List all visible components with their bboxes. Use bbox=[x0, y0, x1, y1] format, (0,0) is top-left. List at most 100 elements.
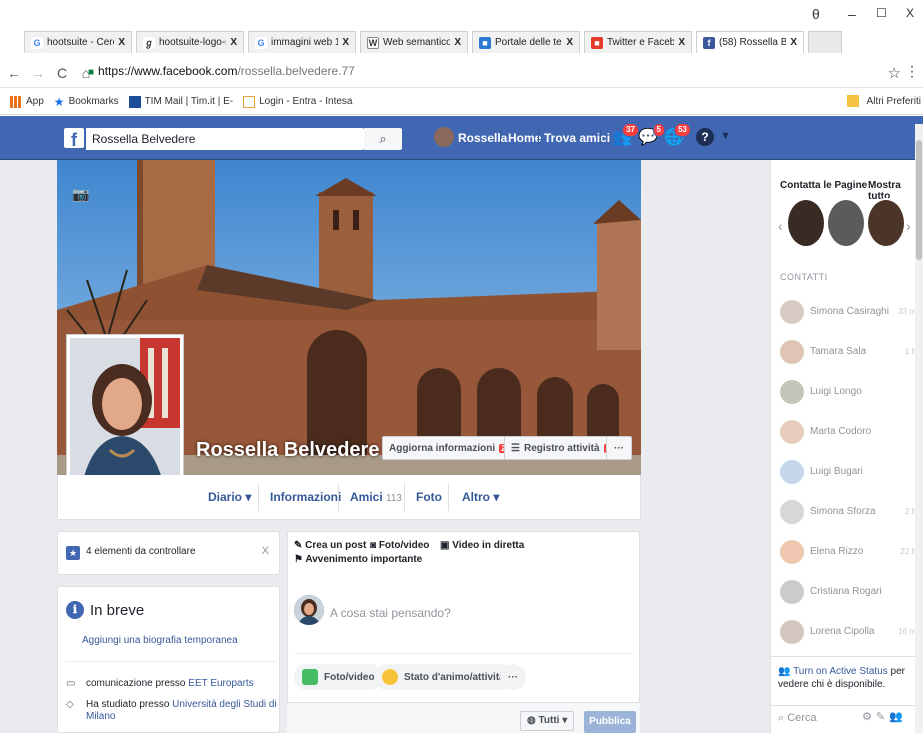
other-bookmarks[interactable]: Altri Preferiti bbox=[846, 95, 921, 107]
tab-diario[interactable]: Diario ▾ bbox=[208, 490, 251, 504]
page-avatar[interactable] bbox=[826, 198, 866, 248]
browser-tab[interactable]: ℊ hootsuite-logo-squ X bbox=[136, 31, 244, 53]
bookmark-app[interactable]: App bbox=[10, 95, 44, 108]
bookmark-intesa[interactable]: Login - Entra - Intesa bbox=[243, 95, 353, 108]
activity-log-button[interactable]: ☰ Registro attività 4 bbox=[504, 436, 619, 460]
live-video-label: Video in diretta bbox=[452, 540, 525, 551]
tab-altro[interactable]: Altro ▾ bbox=[462, 490, 499, 504]
page-avatar[interactable] bbox=[786, 198, 826, 248]
maximize-button[interactable]: ☐ bbox=[876, 6, 887, 20]
photo-video-button-label: Foto/video bbox=[324, 671, 375, 683]
tab-close-icon[interactable]: X bbox=[230, 37, 237, 48]
browser-tab[interactable]: G immagini web 1.0 - X bbox=[248, 31, 356, 53]
bookmark-bookmarks[interactable]: ★ Bookmarks bbox=[54, 95, 119, 109]
help-icon[interactable]: ? bbox=[696, 128, 714, 146]
update-info-button[interactable]: Aggiorna informazioni 2 bbox=[382, 436, 515, 460]
feeling-activity-button[interactable]: Stato d'animo/attività bbox=[374, 664, 513, 690]
photo-video-button[interactable]: Foto/video bbox=[294, 664, 383, 690]
contact-item[interactable]: Marta Codoro bbox=[780, 420, 918, 446]
tab-close-icon[interactable]: X bbox=[342, 37, 349, 48]
reload-icon[interactable]: C bbox=[52, 65, 72, 81]
tab-close-icon[interactable]: X bbox=[790, 37, 797, 48]
tab-live-video[interactable]: ▣ Video in diretta bbox=[440, 540, 524, 551]
close-window-button[interactable]: X bbox=[906, 6, 914, 20]
search-icon[interactable]: ⌕ bbox=[364, 128, 402, 150]
messages-icon[interactable]: 💬 5 bbox=[638, 123, 665, 148]
friend-requests-badge: 37 bbox=[622, 123, 639, 137]
tab-photo-video[interactable]: ◙ Foto/video bbox=[370, 540, 429, 551]
browser-tab[interactable]: W Web semantico - W X bbox=[360, 31, 468, 53]
facebook-logo-icon[interactable]: f bbox=[64, 128, 84, 150]
bookmark-label: App bbox=[26, 96, 44, 107]
divider bbox=[404, 483, 405, 511]
tab-close-icon[interactable]: X bbox=[566, 37, 573, 48]
chevron-right-icon[interactable]: › bbox=[906, 218, 911, 234]
bookmark-label: Login - Entra - Intesa bbox=[259, 96, 353, 107]
forward-icon[interactable]: → bbox=[28, 65, 48, 81]
search-input[interactable]: Rossella Belvedere bbox=[86, 128, 364, 150]
chevron-left-icon[interactable]: ‹ bbox=[778, 218, 783, 234]
browser-menu-icon[interactable]: ⋮ bbox=[905, 63, 919, 80]
camera-icon[interactable]: 📷 bbox=[72, 186, 89, 203]
turn-on-active-status-link[interactable]: Turn on Active Status bbox=[793, 666, 888, 677]
url-field[interactable]: ■ https://www.facebook.com/rossella.belve… bbox=[88, 64, 355, 78]
bookmark-tim-mail[interactable]: TIM Mail | Tim.it | E- bbox=[128, 95, 233, 108]
education-link-cont[interactable]: Milano bbox=[86, 711, 115, 722]
new-tab-button[interactable] bbox=[808, 31, 842, 53]
contact-item[interactable]: Lorena Cipolla 16 m bbox=[780, 620, 918, 646]
bookmark-star-icon[interactable]: ☆ bbox=[888, 64, 901, 82]
friend-requests-icon[interactable]: 👥 37 bbox=[612, 123, 639, 148]
back-icon[interactable]: ← bbox=[4, 65, 24, 81]
contact-item[interactable]: Elena Rizzo 22 h bbox=[780, 540, 918, 566]
browser-tab-active[interactable]: f (58) Rossella Belved X bbox=[696, 31, 804, 53]
video-camera-icon: ▣ bbox=[440, 540, 453, 551]
profile-name[interactable]: Rossella Belvedere bbox=[196, 439, 379, 462]
avatar bbox=[780, 340, 804, 364]
post-input[interactable]: A cosa stai pensando? bbox=[330, 606, 451, 620]
contact-item[interactable]: Tamara Sala 1 h bbox=[780, 340, 918, 366]
chat-search-input[interactable]: ⌕ Cerca bbox=[778, 712, 817, 725]
profile-picture[interactable] bbox=[66, 334, 184, 498]
tab-informazioni[interactable]: Informazioni bbox=[270, 490, 341, 504]
publish-button[interactable]: Pubblica bbox=[584, 711, 636, 733]
scrollbar-thumb[interactable] bbox=[916, 140, 922, 260]
tab-close-icon[interactable]: X bbox=[118, 37, 125, 48]
browser-tab[interactable]: ■ Twitter e Facebook X bbox=[584, 31, 692, 53]
contact-pages-header: Contatta le Pagine bbox=[780, 180, 868, 191]
close-icon[interactable]: X bbox=[262, 545, 269, 557]
tab-create-post[interactable]: ✎ Crea un post bbox=[294, 540, 366, 551]
education-link[interactable]: Università degli Studi di bbox=[172, 699, 277, 710]
contact-name: Marta Codoro bbox=[810, 426, 872, 437]
tab-foto[interactable]: Foto bbox=[416, 490, 442, 504]
avatar bbox=[780, 540, 804, 564]
contact-last-active: 22 h bbox=[900, 547, 916, 556]
browser-tab[interactable]: G hootsuite - Cerca c X bbox=[24, 31, 132, 53]
profile-icon[interactable]: θ bbox=[812, 6, 820, 22]
avatar[interactable] bbox=[434, 127, 454, 147]
contact-item[interactable]: Cristiana Rogari bbox=[780, 580, 918, 606]
chat-options-icon[interactable]: ⚙✎👥 bbox=[862, 710, 907, 723]
contact-item[interactable]: Luigi Longo bbox=[780, 380, 918, 406]
minimize-button[interactable]: – bbox=[848, 6, 856, 22]
page-avatar[interactable] bbox=[866, 198, 906, 248]
flag-icon: ⚑ bbox=[294, 554, 306, 565]
contacts-header: CONTATTI bbox=[780, 272, 828, 282]
composer-more-button[interactable]: ··· bbox=[500, 664, 526, 690]
account-menu-icon[interactable]: ▼ bbox=[720, 130, 731, 142]
tab-close-icon[interactable]: X bbox=[678, 37, 685, 48]
tab-amici[interactable]: Amici 113 bbox=[350, 490, 402, 504]
tab-close-icon[interactable]: X bbox=[454, 37, 461, 48]
contact-item[interactable]: Simona Casiraghi 33 m bbox=[780, 300, 918, 326]
contact-item[interactable]: Luigi Bugari bbox=[780, 460, 918, 486]
tab-life-event[interactable]: ⚑ Avvenimento importante bbox=[294, 554, 422, 565]
notifications-icon[interactable]: 🌐 53 bbox=[664, 123, 691, 148]
audience-selector[interactable]: ◍ Tutti ▾ bbox=[520, 711, 575, 731]
work-link[interactable]: EET Europarts bbox=[188, 678, 253, 689]
active-status-prompt: 👥 Turn on Active Status per vedere chi è… bbox=[770, 656, 923, 706]
more-options-button[interactable]: ··· bbox=[606, 436, 632, 460]
add-bio-link[interactable]: Aggiungi una biografia temporanea bbox=[82, 635, 238, 646]
todo-card[interactable]: ★ 4 elementi da controllare X bbox=[57, 531, 280, 575]
contact-item[interactable]: Simona Sforza 2 h bbox=[780, 500, 918, 526]
nav-home-link[interactable]: Home bbox=[508, 128, 541, 148]
browser-tab[interactable]: ■ Portale delle tecnol X bbox=[472, 31, 580, 53]
